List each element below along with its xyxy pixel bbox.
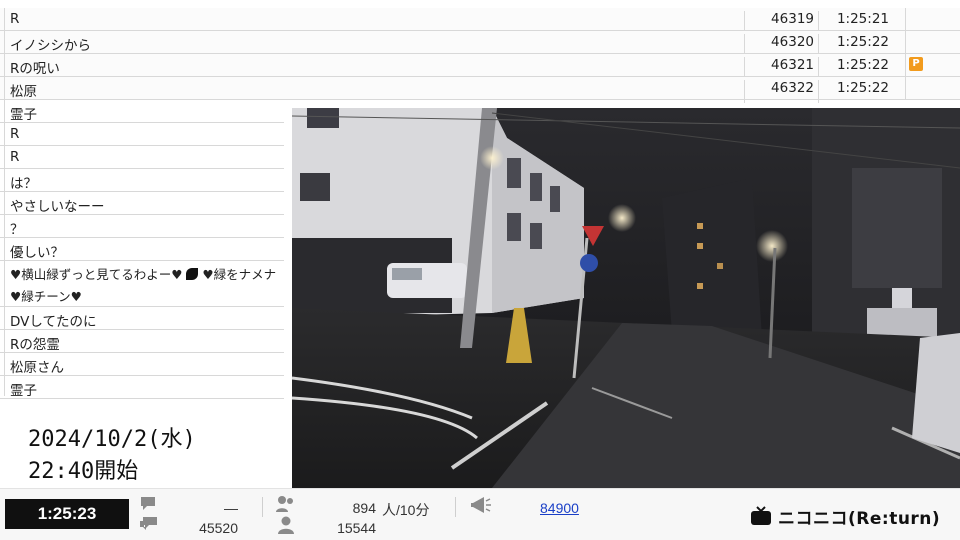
- divider: [262, 497, 263, 517]
- niconico-brand: ニコニコ(Re:turn): [750, 505, 941, 529]
- comment-total: 45520: [199, 520, 238, 536]
- comment-text: ？: [10, 222, 24, 238]
- comment-text: 霊子: [10, 383, 37, 399]
- comment-text: イノシシから: [10, 38, 91, 54]
- comment-row[interactable]: 松原さん: [0, 353, 284, 376]
- divider: [455, 497, 456, 517]
- comment-row[interactable]: やさしいなーー: [0, 192, 284, 215]
- comment-text: 松原さん: [10, 360, 64, 376]
- comment-number: 46322: [744, 80, 818, 103]
- speech-bubble-stack-icon: [140, 517, 157, 530]
- comment-text-part: ♥緑をナメナ: [202, 267, 277, 282]
- elapsed-timer: 1:25:23: [5, 499, 129, 529]
- comment-rate: —: [224, 500, 238, 516]
- comment-text: は？: [10, 176, 37, 192]
- comment-row[interactable]: Rの呪い 46321 1:25:22 P: [0, 54, 960, 80]
- comment-text: 松原: [10, 84, 37, 100]
- comment-text: Rの呪い: [10, 61, 60, 77]
- comment-row[interactable]: R: [0, 146, 284, 169]
- comment-row[interactable]: は？: [0, 169, 284, 192]
- comment-row[interactable]: 霊子: [0, 376, 284, 399]
- comment-flag-cell: P: [905, 54, 960, 77]
- broadcast-date-panel: 2024/10/2(水) 22:40開始: [0, 403, 285, 490]
- leaf-icon: [186, 268, 199, 280]
- video-frame: [292, 108, 960, 488]
- tv-icon: [751, 506, 771, 525]
- comment-text: やさしいなーー: [10, 199, 105, 215]
- comment-row[interactable]: ？: [0, 215, 284, 238]
- brand-name: ニコニコ(Re:turn): [778, 508, 941, 529]
- comment-row[interactable]: R: [0, 123, 284, 146]
- comment-row[interactable]: 霊子: [0, 100, 284, 123]
- comment-text-part: ♥横山緑ずっと見てるわよー♥: [10, 267, 183, 282]
- video-player[interactable]: [292, 108, 960, 488]
- comment-row[interactable]: DVしてたのに: [0, 307, 284, 330]
- comment-time: 1:25:22: [818, 80, 905, 103]
- comment-row[interactable]: R 46319 1:25:21: [0, 8, 960, 34]
- comment-text: 優しい？: [10, 245, 64, 261]
- comment-row[interactable]: イノシシから 46320 1:25:22: [0, 31, 960, 57]
- comment-row[interactable]: Rの怨霊: [0, 330, 284, 353]
- comment-row[interactable]: 松原 46322 1:25:22: [0, 77, 960, 103]
- comment-text: R: [10, 126, 20, 142]
- broadcast-date: 2024/10/2(水): [28, 427, 196, 452]
- comment-flag-cell: [905, 31, 960, 54]
- viewers-rate-unit: 人/10分: [382, 502, 430, 518]
- comment-row[interactable]: ♥横山緑ずっと見てるわよー♥ ♥緑をナメナ ♥緑チーン♥: [0, 261, 284, 307]
- broadcast-start-time: 22:40開始: [28, 459, 139, 484]
- status-bar: 1:25:23 — 45520 894 人/10分 15544 84900 ニコ…: [0, 488, 960, 540]
- comment-flag-cell: [905, 77, 960, 100]
- speech-bubble-icon: [141, 497, 155, 510]
- megaphone-icon: [471, 497, 491, 513]
- comment-text: R: [10, 149, 20, 165]
- premium-badge-icon: P: [909, 57, 923, 71]
- comment-text: 霊子: [10, 107, 37, 123]
- comment-text: ♥横山緑ずっと見てるわよー♥ ♥緑をナメナ: [10, 264, 276, 283]
- person-icon: [278, 516, 294, 534]
- comment-row[interactable]: 優しい？: [0, 238, 284, 261]
- viewers-rate: 894: [352, 500, 376, 516]
- comment-text: ♥緑チーン♥: [10, 289, 82, 304]
- person-group-icon: [276, 496, 293, 512]
- comment-flag-cell: [905, 8, 960, 31]
- list-left-border: [4, 8, 5, 396]
- ad-points-link[interactable]: 84900: [540, 500, 579, 516]
- comment-text: DVしてたのに: [10, 314, 97, 330]
- comment-text: R: [10, 11, 20, 27]
- comment-text: Rの怨霊: [10, 337, 60, 353]
- viewers-total: 15544: [337, 520, 376, 536]
